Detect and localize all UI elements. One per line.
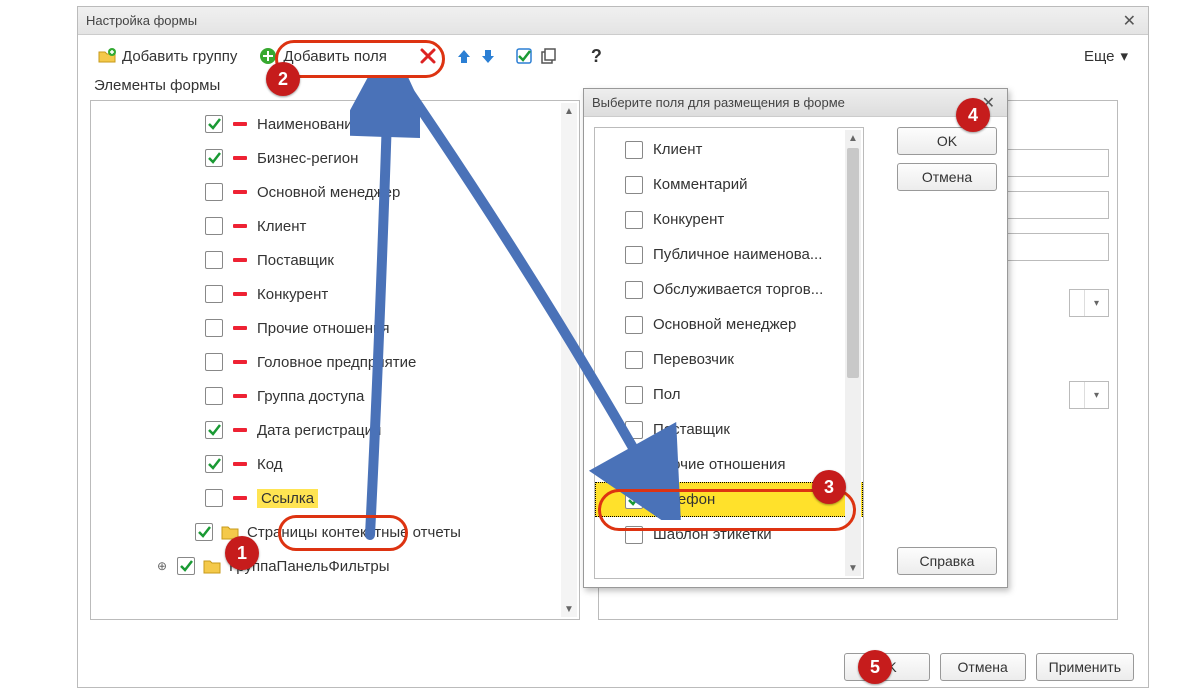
scroll-down-icon[interactable]: ▼ xyxy=(561,601,577,617)
remove-icon[interactable] xyxy=(233,258,247,262)
dialog-titlebar: Настройка формы ✕ xyxy=(78,7,1148,35)
remove-icon[interactable] xyxy=(233,360,247,364)
folder-icon xyxy=(203,558,221,574)
move-down-icon[interactable] xyxy=(479,47,497,65)
move-up-icon[interactable] xyxy=(455,47,473,65)
tree-item-label: Поставщик xyxy=(257,252,334,269)
add-group-button[interactable]: Добавить группу xyxy=(90,43,245,69)
remove-icon[interactable] xyxy=(233,122,247,126)
annotation-oval xyxy=(278,515,408,551)
remove-icon[interactable] xyxy=(233,428,247,432)
chevron-down-icon: ▾ xyxy=(1120,47,1128,65)
checkbox[interactable] xyxy=(205,115,223,133)
annotation-badge: 5 xyxy=(858,650,892,684)
more-label: Еще xyxy=(1084,48,1115,65)
checkbox[interactable] xyxy=(205,489,223,507)
remove-icon[interactable] xyxy=(233,224,247,228)
close-icon[interactable]: ✕ xyxy=(1119,11,1140,31)
checkbox[interactable] xyxy=(205,353,223,371)
chevron-down-icon: ▾ xyxy=(1084,290,1108,316)
checkbox[interactable] xyxy=(205,183,223,201)
checkbox[interactable] xyxy=(195,523,213,541)
add-group-label: Добавить группу xyxy=(122,48,237,65)
checkbox[interactable] xyxy=(205,421,223,439)
remove-icon[interactable] xyxy=(233,326,247,330)
annotation-badge: 2 xyxy=(266,62,300,96)
apply-button[interactable]: Применить xyxy=(1036,653,1134,681)
checkbox[interactable] xyxy=(205,319,223,337)
tree-item-label: Ссылка xyxy=(257,489,318,508)
tree-item-label: Конкурент xyxy=(257,286,328,303)
preview-dropdown[interactable]: ▾ xyxy=(1069,289,1109,317)
chevron-down-icon: ▾ xyxy=(1084,382,1108,408)
checkbox[interactable] xyxy=(205,387,223,405)
annotation-arrow xyxy=(395,70,695,520)
annotation-oval xyxy=(275,40,445,78)
annotation-badge: 1 xyxy=(225,536,259,570)
checkbox[interactable] xyxy=(205,217,223,235)
remove-icon[interactable] xyxy=(233,394,247,398)
more-menu-button[interactable]: Еще ▾ xyxy=(1076,43,1136,69)
check-all-icon[interactable] xyxy=(515,47,533,65)
checkbox[interactable] xyxy=(205,251,223,269)
tree-folder-row[interactable]: ⊕ГруппаПанельФильтры xyxy=(95,549,575,583)
tree-item-label: Клиент xyxy=(257,218,306,235)
scroll-up-icon[interactable]: ▲ xyxy=(845,130,861,146)
popup-help-button[interactable]: Справка xyxy=(897,547,997,575)
tree-item-label: Наименование xyxy=(257,116,361,133)
scroll-down-icon[interactable]: ▼ xyxy=(845,560,861,576)
checkbox[interactable] xyxy=(205,149,223,167)
cancel-button[interactable]: Отмена xyxy=(940,653,1026,681)
dialog-title: Настройка формы xyxy=(86,13,197,28)
copy-icon[interactable] xyxy=(539,47,557,65)
remove-icon[interactable] xyxy=(233,190,247,194)
dialog-footer: OK Отмена Применить xyxy=(78,647,1148,687)
remove-icon[interactable] xyxy=(233,292,247,296)
tree-item-label: Бизнес-регион xyxy=(257,150,358,167)
expand-icon[interactable]: ⊕ xyxy=(155,559,169,573)
tree-item-label: Код xyxy=(257,456,283,473)
remove-icon[interactable] xyxy=(233,462,247,466)
annotation-badge: 4 xyxy=(956,98,990,132)
scroll-thumb[interactable] xyxy=(847,148,859,378)
checkbox[interactable] xyxy=(205,285,223,303)
folder-add-icon xyxy=(98,47,116,65)
checkbox[interactable] xyxy=(177,557,195,575)
remove-icon[interactable] xyxy=(233,156,247,160)
checkbox[interactable] xyxy=(205,455,223,473)
remove-icon[interactable] xyxy=(233,496,247,500)
popup-cancel-button[interactable]: Отмена xyxy=(897,163,997,191)
preview-dropdown[interactable]: ▾ xyxy=(1069,381,1109,409)
annotation-badge: 3 xyxy=(812,470,846,504)
help-button[interactable]: ? xyxy=(583,42,610,71)
tree-item-label: Группа доступа xyxy=(257,388,364,405)
popup-ok-button[interactable]: OK xyxy=(897,127,997,155)
